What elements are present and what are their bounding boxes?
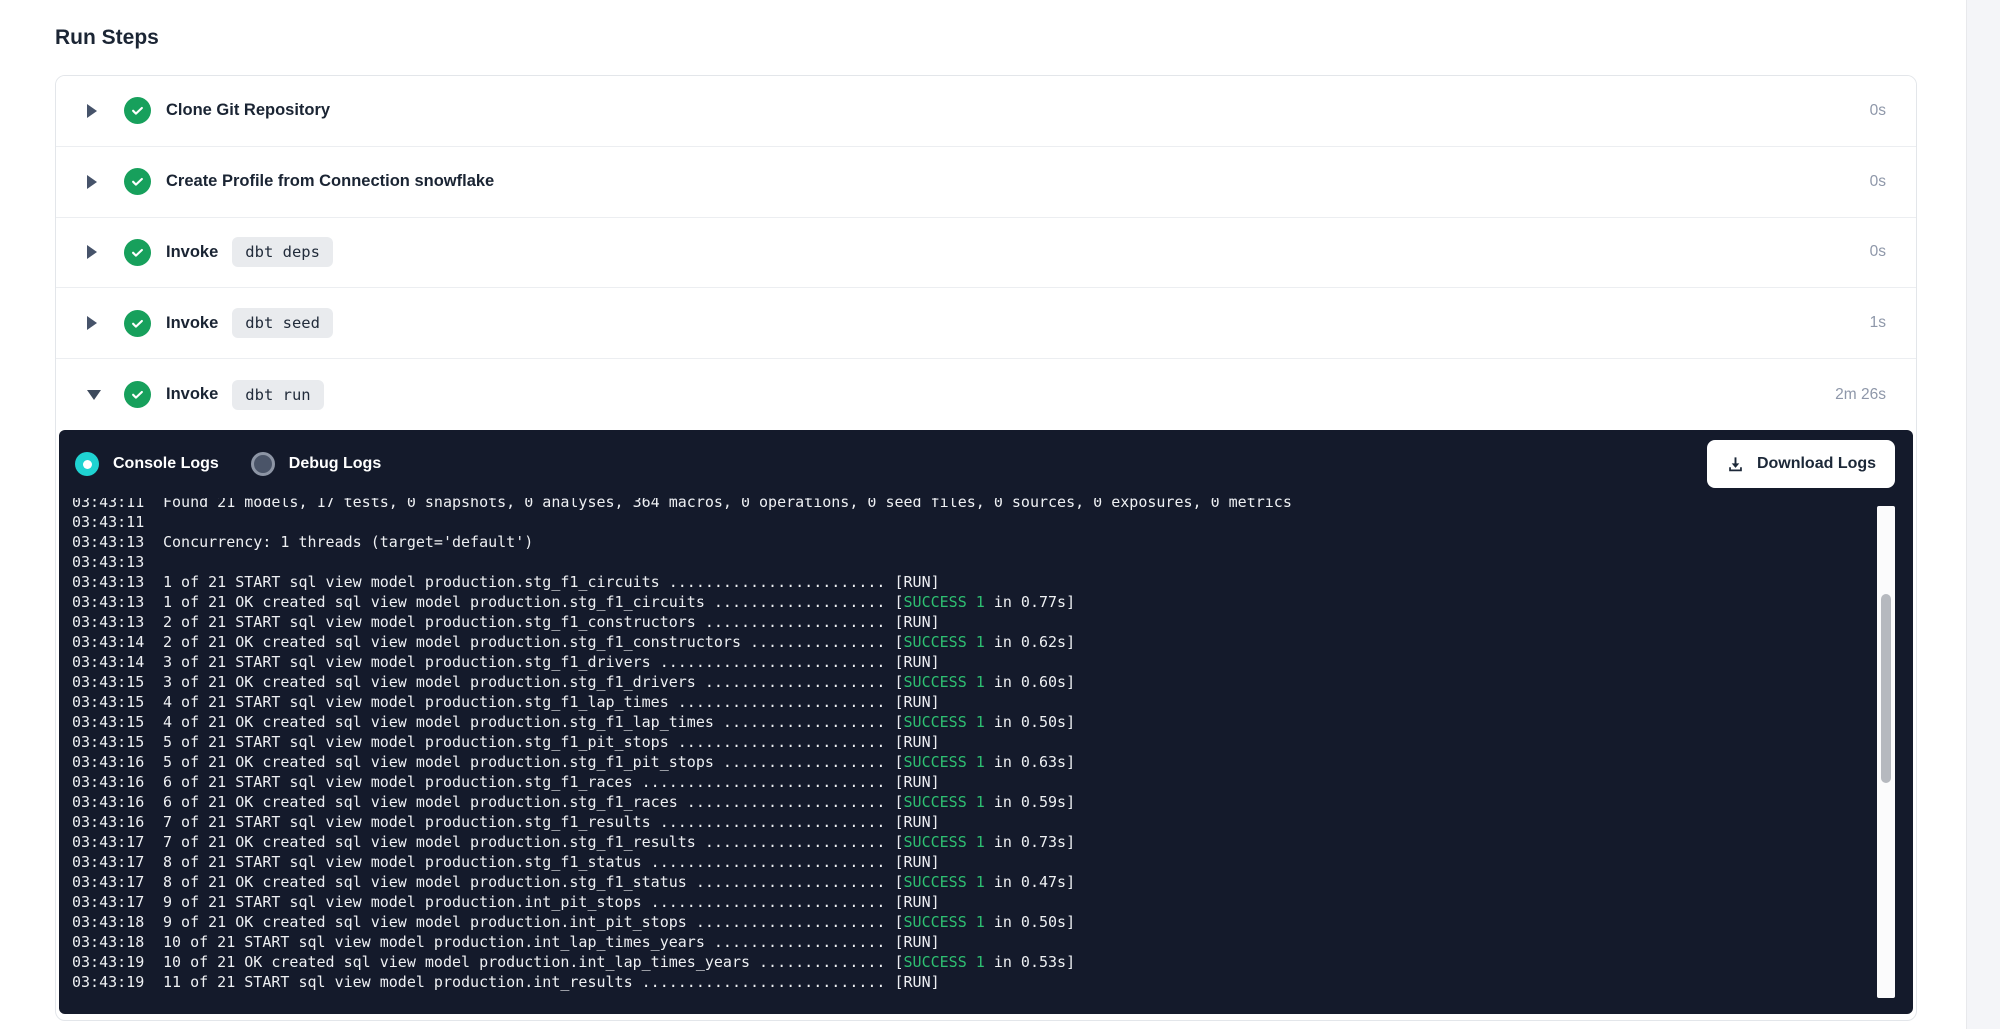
log-line: 03:43:177 of 21 OK created sql view mode… — [72, 832, 1913, 852]
log-line: 03:43:13 — [72, 552, 1913, 572]
log-line: 03:43:1911 of 21 START sql view model pr… — [72, 972, 1913, 992]
download-logs-button[interactable]: Download Logs — [1707, 440, 1895, 488]
log-line: 03:43:154 of 21 OK created sql view mode… — [72, 712, 1913, 732]
log-line: 03:43:1810 of 21 START sql view model pr… — [72, 932, 1913, 952]
log-line: 03:43:166 of 21 START sql view model pro… — [72, 772, 1913, 792]
log-line: 03:43:155 of 21 START sql view model pro… — [72, 732, 1913, 752]
log-line: 03:43:1910 of 21 OK created sql view mod… — [72, 952, 1913, 972]
log-line: 03:43:143 of 21 START sql view model pro… — [72, 652, 1913, 672]
log-scrollbar-track[interactable] — [1877, 506, 1895, 998]
log-panel-header: Console Logs Debug Logs Download Logs — [59, 430, 1913, 498]
log-line: 03:43:165 of 21 OK created sql view mode… — [72, 752, 1913, 772]
step-duration: 2m 26s — [1835, 386, 1886, 404]
step-row-invoke-dbt-deps[interactable]: Invoke dbt deps 0s — [56, 218, 1916, 289]
log-content: 03:43:11Found 21 models, 17 tests, 0 sna… — [72, 498, 1913, 992]
log-line: 03:43:13Concurrency: 1 threads (target='… — [72, 532, 1913, 552]
download-logs-label: Download Logs — [1757, 455, 1876, 473]
success-check-icon — [124, 239, 151, 266]
log-line: 03:43:166 of 21 OK created sql view mode… — [72, 792, 1913, 812]
log-scrollbar-thumb[interactable] — [1881, 594, 1891, 783]
step-row-invoke-dbt-run[interactable]: Invoke dbt run 2m 26s — [56, 359, 1916, 430]
step-row-clone-git-repository[interactable]: Clone Git Repository 0s — [56, 76, 1916, 147]
step-label: Invoke — [166, 243, 218, 262]
caret-right-icon[interactable] — [87, 245, 105, 259]
log-viewport[interactable]: 03:43:11Found 21 models, 17 tests, 0 sna… — [59, 498, 1913, 1014]
tab-label: Debug Logs — [289, 455, 381, 473]
success-check-icon — [124, 310, 151, 337]
log-line: 03:43:142 of 21 OK created sql view mode… — [72, 632, 1913, 652]
tab-debug-logs[interactable]: Debug Logs — [251, 452, 381, 476]
success-check-icon — [124, 97, 151, 124]
log-line: 03:43:11 — [72, 512, 1913, 532]
step-label: Clone Git Repository — [166, 101, 330, 120]
caret-right-icon[interactable] — [87, 316, 105, 330]
step-label: Invoke — [166, 314, 218, 333]
log-line: 03:43:131 of 21 OK created sql view mode… — [72, 592, 1913, 612]
log-line: 03:43:178 of 21 OK created sql view mode… — [72, 872, 1913, 892]
log-line: 03:43:178 of 21 START sql view model pro… — [72, 852, 1913, 872]
right-gutter — [1966, 0, 2000, 1029]
success-check-icon — [124, 168, 151, 195]
log-line: 03:43:131 of 21 START sql view model pro… — [72, 572, 1913, 592]
caret-down-icon[interactable] — [87, 390, 105, 400]
step-duration: 0s — [1870, 173, 1886, 191]
radio-unselected-icon[interactable] — [251, 452, 275, 476]
caret-right-icon[interactable] — [87, 104, 105, 118]
log-line: 03:43:167 of 21 START sql view model pro… — [72, 812, 1913, 832]
step-duration: 0s — [1870, 102, 1886, 120]
radio-selected-icon[interactable] — [75, 452, 99, 476]
run-steps-card: Clone Git Repository 0s Create Profile f… — [55, 75, 1917, 1021]
log-panel: Console Logs Debug Logs Download Logs 03… — [59, 430, 1913, 1014]
download-icon — [1726, 455, 1745, 474]
command-chip: dbt deps — [232, 237, 333, 267]
step-row-create-profile[interactable]: Create Profile from Connection snowflake… — [56, 147, 1916, 218]
log-line: 03:43:189 of 21 OK created sql view mode… — [72, 912, 1913, 932]
step-row-invoke-dbt-seed[interactable]: Invoke dbt seed 1s — [56, 288, 1916, 359]
log-line: 03:43:132 of 21 START sql view model pro… — [72, 612, 1913, 632]
command-chip: dbt seed — [232, 308, 333, 338]
tab-label: Console Logs — [113, 455, 219, 473]
log-line: 03:43:179 of 21 START sql view model pro… — [72, 892, 1913, 912]
caret-right-icon[interactable] — [87, 175, 105, 189]
page-title: Run Steps — [55, 26, 159, 50]
step-duration: 0s — [1870, 243, 1886, 261]
log-line: 03:43:154 of 21 START sql view model pro… — [72, 692, 1913, 712]
step-duration: 1s — [1870, 314, 1886, 332]
step-label: Create Profile from Connection snowflake — [166, 172, 494, 191]
tab-console-logs[interactable]: Console Logs — [75, 452, 219, 476]
log-line: 03:43:153 of 21 OK created sql view mode… — [72, 672, 1913, 692]
command-chip: dbt run — [232, 380, 323, 410]
step-label: Invoke — [166, 385, 218, 404]
success-check-icon — [124, 381, 151, 408]
log-line: 03:43:11Found 21 models, 17 tests, 0 sna… — [72, 498, 1913, 512]
